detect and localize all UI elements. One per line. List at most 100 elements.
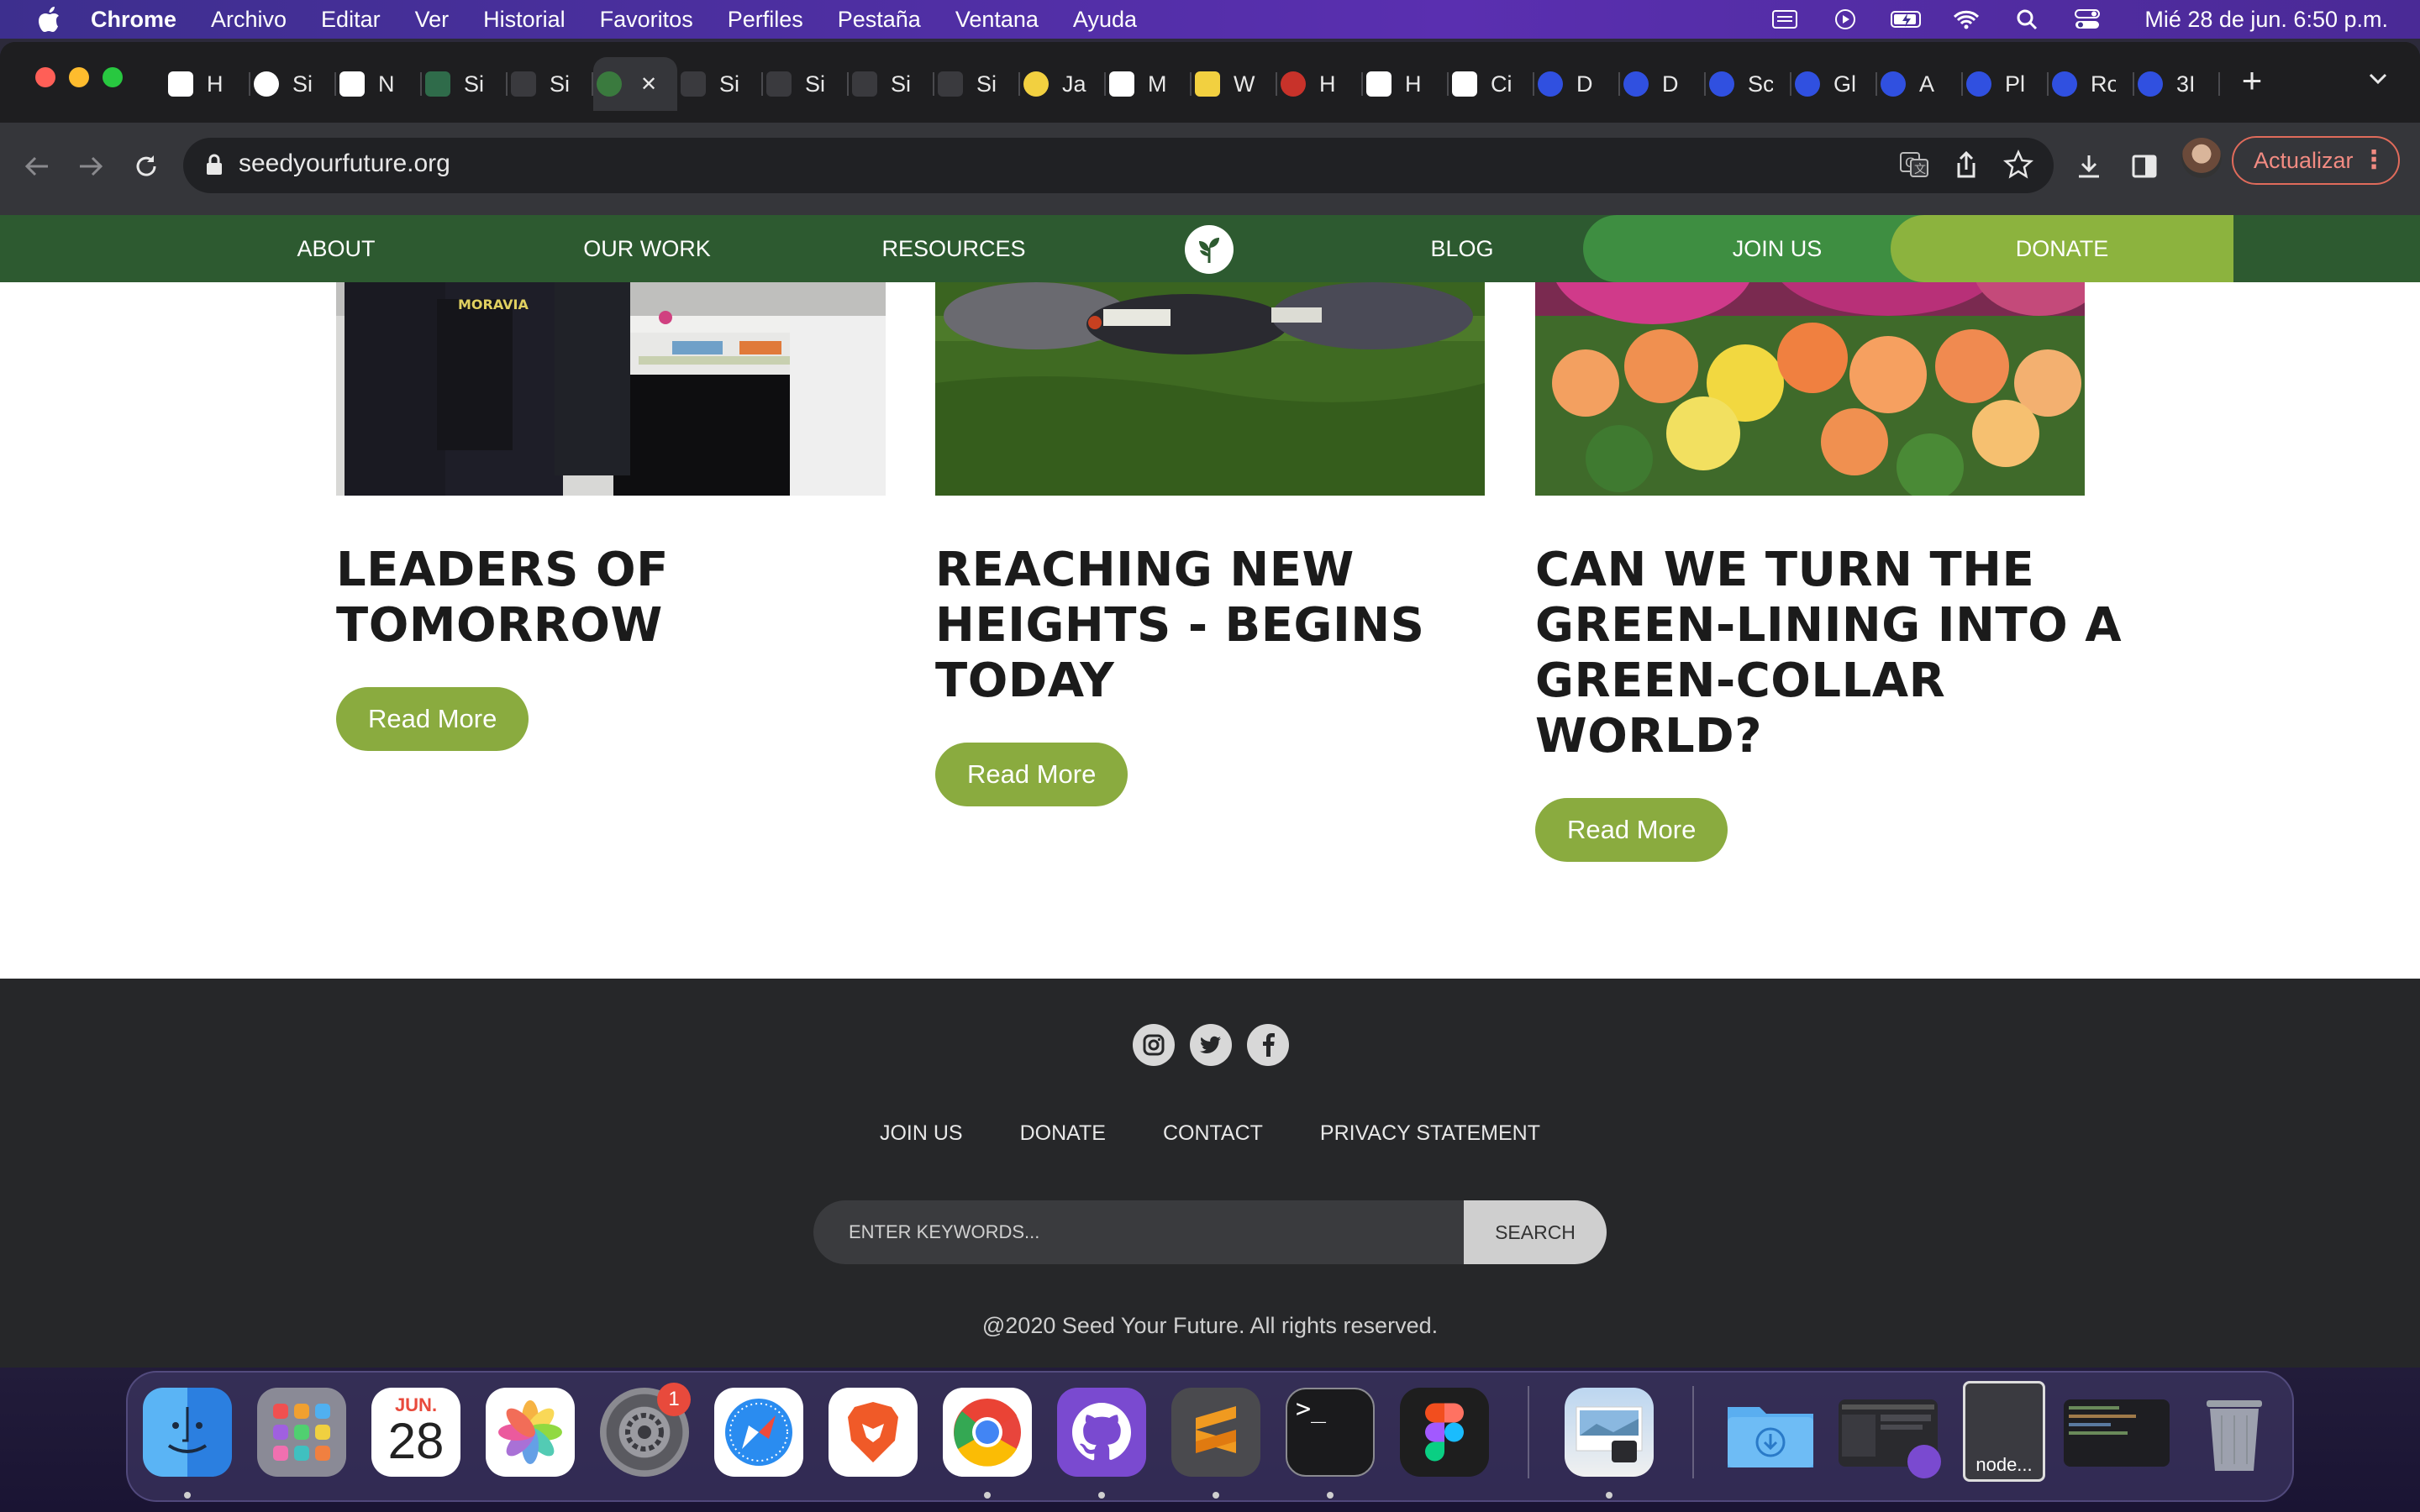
browser-tab[interactable]: Sc (1706, 57, 1791, 111)
preview-icon[interactable] (1565, 1388, 1654, 1477)
trash-icon[interactable] (2190, 1388, 2279, 1477)
minimized-terminal-thumbnail[interactable]: node... (1963, 1381, 2045, 1482)
minimized-sublime-thumbnail[interactable] (2064, 1399, 2170, 1467)
browser-tab[interactable]: Si (250, 57, 336, 111)
menu-perfiles[interactable]: Perfiles (728, 7, 803, 33)
input-source-icon[interactable] (1770, 8, 1800, 31)
card-title[interactable]: CAN WE TURN THE GREEN-LINING INTO A GREE… (1535, 543, 2140, 764)
lock-icon[interactable] (205, 153, 224, 181)
nav-donate[interactable]: DONATE (1891, 215, 2233, 282)
read-more-button[interactable]: Read More (336, 687, 529, 751)
nav-our-work[interactable]: OUR WORK (571, 215, 723, 282)
browser-tab[interactable]: Ja (1020, 57, 1106, 111)
github-desktop-icon[interactable] (1057, 1388, 1146, 1477)
menu-ayuda[interactable]: Ayuda (1073, 7, 1137, 33)
browser-tab[interactable]: D (1620, 57, 1706, 111)
chrome-icon[interactable] (943, 1388, 1032, 1477)
spotlight-search-icon[interactable] (2012, 8, 2042, 31)
browser-tab[interactable]: N (336, 57, 422, 111)
browser-tab[interactable]: Gl (1791, 57, 1877, 111)
browser-tab[interactable]: Ci (1449, 57, 1534, 111)
downloads-folder-icon[interactable] (1724, 1388, 1813, 1477)
nav-resources[interactable]: RESOURCES (874, 215, 1034, 282)
footer-link-join-us[interactable]: JOIN US (880, 1121, 963, 1146)
menu-archivo[interactable]: Archivo (211, 7, 287, 33)
minimize-window-button[interactable] (69, 67, 89, 87)
terminal-icon[interactable]: >_ (1286, 1388, 1375, 1477)
footer-link-contact[interactable]: CONTACT (1163, 1121, 1263, 1146)
close-window-button[interactable] (35, 67, 55, 87)
site-logo-icon[interactable] (1185, 225, 1234, 274)
browser-tab[interactable]: 3I (2134, 57, 2220, 111)
address-bar[interactable]: seedyourfuture.org G文 (183, 138, 2054, 193)
side-panel-icon[interactable] (2124, 146, 2165, 186)
menu-ventana[interactable]: Ventana (955, 7, 1039, 33)
kebab-menu-icon[interactable]: ⋮ (2361, 138, 2386, 183)
browser-tab[interactable]: A (1877, 57, 1963, 111)
menu-favoritos[interactable]: Favoritos (600, 7, 693, 33)
browser-tab[interactable]: H (1363, 57, 1449, 111)
card-title[interactable]: LEADERS OF TOMORROW (336, 543, 941, 654)
copyright-text: @2020 Seed Your Future. All rights reser… (981, 1313, 1439, 1338)
calendar-icon[interactable]: JUN. 28 (371, 1388, 460, 1477)
sublime-text-icon[interactable] (1171, 1388, 1260, 1477)
browser-tab[interactable]: Si (508, 57, 593, 111)
share-icon[interactable] (1949, 148, 1983, 186)
browser-tab[interactable]: H (165, 57, 250, 111)
footer-link-privacy[interactable]: PRIVACY STATEMENT (1320, 1121, 1540, 1146)
twitter-icon[interactable] (1190, 1024, 1232, 1066)
profile-avatar[interactable] (2181, 138, 2222, 178)
browser-tab[interactable]: H (1277, 57, 1363, 111)
new-tab-button[interactable]: + (2235, 63, 2269, 98)
finder-icon[interactable] (143, 1388, 232, 1477)
wifi-icon[interactable] (1951, 8, 1981, 31)
browser-tab[interactable]: W (1192, 57, 1277, 111)
figma-icon[interactable] (1400, 1388, 1489, 1477)
download-icon[interactable] (2069, 146, 2109, 186)
browser-tab[interactable]: M (1106, 57, 1192, 111)
apple-icon[interactable] (32, 3, 66, 36)
browser-tab[interactable]: ✕ (593, 57, 677, 111)
search-button[interactable]: SEARCH (1464, 1200, 1607, 1264)
translate-icon[interactable]: G文 (1897, 148, 1931, 186)
browser-tab[interactable]: Si (849, 57, 934, 111)
close-tab-icon[interactable]: ✕ (640, 72, 657, 97)
tab-search-chevron-icon[interactable] (2368, 72, 2388, 90)
facebook-icon[interactable] (1247, 1024, 1289, 1066)
nav-about[interactable]: ABOUT (277, 215, 395, 282)
instagram-icon[interactable] (1133, 1024, 1175, 1066)
browser-tab[interactable]: Pl (1963, 57, 2049, 111)
browser-tab[interactable]: Ro (2049, 57, 2134, 111)
battery-icon[interactable] (1891, 8, 1922, 31)
search-input[interactable]: ENTER KEYWORDS... (813, 1200, 1465, 1264)
launchpad-icon[interactable] (257, 1388, 346, 1477)
browser-tab[interactable]: Si (934, 57, 1020, 111)
browser-tab[interactable]: Si (422, 57, 508, 111)
photos-icon[interactable] (486, 1388, 575, 1477)
nav-blog[interactable]: BLOG (1412, 215, 1512, 282)
update-button[interactable]: Actualizar ⋮ (2232, 136, 2400, 185)
footer-link-donate[interactable]: DONATE (1020, 1121, 1106, 1146)
menu-editar[interactable]: Editar (321, 7, 381, 33)
browser-tab[interactable]: Si (677, 57, 763, 111)
menu-ver[interactable]: Ver (415, 7, 450, 33)
menu-app-name[interactable]: Chrome (91, 7, 176, 33)
brave-icon[interactable] (829, 1388, 918, 1477)
browser-tab[interactable]: D (1534, 57, 1620, 111)
read-more-button[interactable]: Read More (1535, 798, 1728, 862)
control-center-icon[interactable] (2072, 8, 2102, 31)
menu-historial[interactable]: Historial (483, 7, 566, 33)
browser-tab[interactable]: Si (763, 57, 849, 111)
back-button[interactable] (17, 146, 57, 186)
reload-button[interactable] (126, 146, 166, 186)
play-icon[interactable] (1830, 8, 1860, 31)
bookmark-star-icon[interactable] (2002, 148, 2035, 186)
safari-icon[interactable] (714, 1388, 803, 1477)
menubar-clock[interactable]: Mié 28 de jun. 6:50 p.m. (2144, 7, 2388, 33)
read-more-button[interactable]: Read More (935, 743, 1128, 806)
zoom-window-button[interactable] (103, 67, 123, 87)
url-text[interactable]: seedyourfuture.org (239, 150, 450, 178)
forward-button[interactable] (71, 146, 111, 186)
card-title[interactable]: REACHING NEW HEIGHTS - BEGINS TODAY (935, 543, 1540, 709)
menu-pestana[interactable]: Pestaña (838, 7, 921, 33)
